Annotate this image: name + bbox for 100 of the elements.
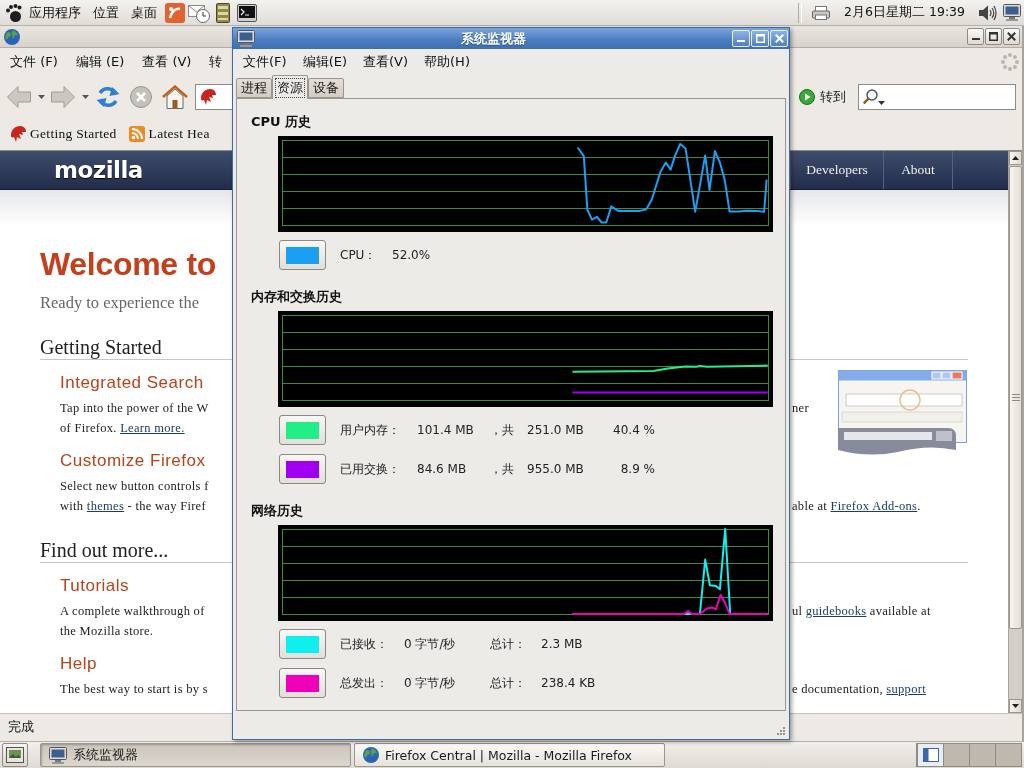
bookmark-item[interactable]: Getting Started <box>10 126 117 142</box>
color-picker-button[interactable] <box>279 454 326 484</box>
paragraph-text: Select new button controls f <box>60 478 209 495</box>
menu-item[interactable]: 编辑 (E) <box>66 53 134 71</box>
color-picker-button[interactable] <box>279 240 326 270</box>
monitor-icon <box>49 746 67 764</box>
item-title: Tutorials <box>60 575 130 597</box>
section-heading: Getting Started <box>40 335 162 359</box>
paragraph-text: with themes - the way Firef <box>60 498 206 515</box>
used-amount: 84.6 MB <box>417 462 467 476</box>
traffic-label: 已接收： <box>340 635 388 653</box>
maximize-button[interactable] <box>985 28 1002 45</box>
usage-percent: 40.4 % <box>613 423 655 437</box>
app-tile-icon[interactable] <box>165 2 185 23</box>
search-icon[interactable] <box>863 89 885 105</box>
window-thumbnail-icon <box>922 748 939 762</box>
panel-menu[interactable]: 应用程序 <box>24 3 86 22</box>
globe-icon <box>4 28 20 45</box>
text-link[interactable]: support <box>886 682 926 696</box>
nav-link[interactable]: About <box>883 151 952 189</box>
transfer-rate: 0 字节/秒 <box>404 674 456 692</box>
tab[interactable]: 资源 <box>272 75 308 99</box>
globe-icon <box>363 747 379 763</box>
menu-item[interactable]: 文件(F) <box>235 52 295 71</box>
panel-menu[interactable]: 桌面 <box>126 3 162 22</box>
close-button[interactable] <box>1003 28 1020 45</box>
address-field[interactable] <box>195 84 232 110</box>
item-title: Customize Firefox <box>60 450 206 472</box>
workspace-cell[interactable] <box>969 744 995 766</box>
maximize-icon <box>755 34 765 43</box>
menu-item[interactable]: 转 <box>200 53 232 71</box>
transfer-rate: 0 字节/秒 <box>404 635 456 653</box>
paragraph-text: e documentation, support <box>792 681 926 698</box>
minimize-icon <box>971 38 980 40</box>
cpu-percent: 52.0% <box>392 248 431 262</box>
paragraph-text: of Firefox. Learn more. <box>60 420 185 437</box>
section-title: CPU 历史 <box>251 113 312 131</box>
cpu-label: CPU： <box>340 246 377 264</box>
scrollbar[interactable] <box>1008 151 1022 713</box>
memory-label: 用户内存： <box>340 421 400 439</box>
caret-icon[interactable] <box>37 95 45 99</box>
site-icon <box>200 89 216 105</box>
total-amount: 955.0 MB <box>527 462 584 476</box>
paragraph-text: able at Firefox Add-ons. <box>792 498 921 515</box>
text-link[interactable]: Learn more. <box>120 421 185 435</box>
menu-item[interactable]: 文件 (F) <box>1 53 67 71</box>
usage-percent: 8.9 % <box>620 462 655 476</box>
terminal-icon[interactable] <box>237 3 257 22</box>
total-amount: 2.3 MB <box>541 637 583 651</box>
text-link[interactable]: themes <box>86 499 125 513</box>
paragraph-text: ul guidebooks available at <box>792 603 931 620</box>
site-icon <box>10 126 26 142</box>
workspace-cell[interactable] <box>943 744 969 766</box>
menu-item[interactable]: 帮助(H) <box>416 52 478 71</box>
go-button[interactable]: 转到 <box>795 83 850 111</box>
scroll-up-button[interactable] <box>1009 151 1022 165</box>
text-link[interactable]: guidebooks <box>805 604 867 618</box>
tab[interactable]: 进程 <box>236 78 272 98</box>
grip-icon <box>1011 394 1020 401</box>
item-title: Integrated Search <box>60 372 204 394</box>
clock-text[interactable]: 2月6日星期二 19:39 <box>836 4 973 21</box>
search-field[interactable] <box>858 84 1016 110</box>
section-title: 网络历史 <box>251 502 303 520</box>
monitor-icon <box>237 30 255 47</box>
menu-item[interactable]: 查看(V) <box>355 52 417 71</box>
reload-icon[interactable] <box>96 85 120 109</box>
paragraph-text: Tap into the power of the W <box>60 400 209 417</box>
scrollbar-thumb[interactable] <box>1009 166 1022 629</box>
page-subtitle: Ready to experience the <box>40 293 199 313</box>
menu-item[interactable]: 查看 (V) <box>133 53 201 71</box>
section-heading: Find out more... <box>40 538 169 562</box>
notepad-icon[interactable] <box>216 2 230 23</box>
resize-grip-icon <box>776 726 786 736</box>
scroll-down-button[interactable] <box>1009 699 1022 713</box>
caret-icon[interactable] <box>81 95 89 99</box>
color-picker-button[interactable] <box>279 415 326 445</box>
color-picker-button[interactable] <box>279 668 326 698</box>
taskbar-button[interactable]: 系统监视器 <box>40 743 351 767</box>
section-title: 内存和交换历史 <box>251 288 342 306</box>
memory-label: 已用交换： <box>340 460 400 478</box>
minimize-icon <box>737 40 745 42</box>
arrow-down-icon <box>1012 704 1019 708</box>
taskbar-button[interactable]: Firefox Central | Mozilla - Mozilla Firefox <box>354 743 665 767</box>
menu-item[interactable]: 编辑(E) <box>294 52 355 71</box>
home-icon[interactable] <box>162 85 188 109</box>
arrow-up-icon <box>1012 156 1019 160</box>
panel-menu[interactable]: 位置 <box>88 3 124 22</box>
printer-icon[interactable] <box>812 5 831 20</box>
foot-icon[interactable] <box>6 3 22 22</box>
monitor-icon[interactable] <box>1003 4 1021 21</box>
workspace-cell[interactable] <box>995 744 1021 766</box>
volume-icon[interactable] <box>979 4 997 21</box>
logo-text[interactable]: mozilla <box>54 157 143 183</box>
minimize-button[interactable] <box>967 28 984 45</box>
color-picker-button[interactable] <box>279 629 326 659</box>
mail-clock-icon[interactable] <box>188 2 210 23</box>
bookmark-item[interactable]: Latest Hea <box>128 126 210 142</box>
total-label: ，共 <box>490 421 514 439</box>
workspace-cell[interactable] <box>917 744 943 766</box>
tab[interactable]: 设备 <box>308 78 344 98</box>
